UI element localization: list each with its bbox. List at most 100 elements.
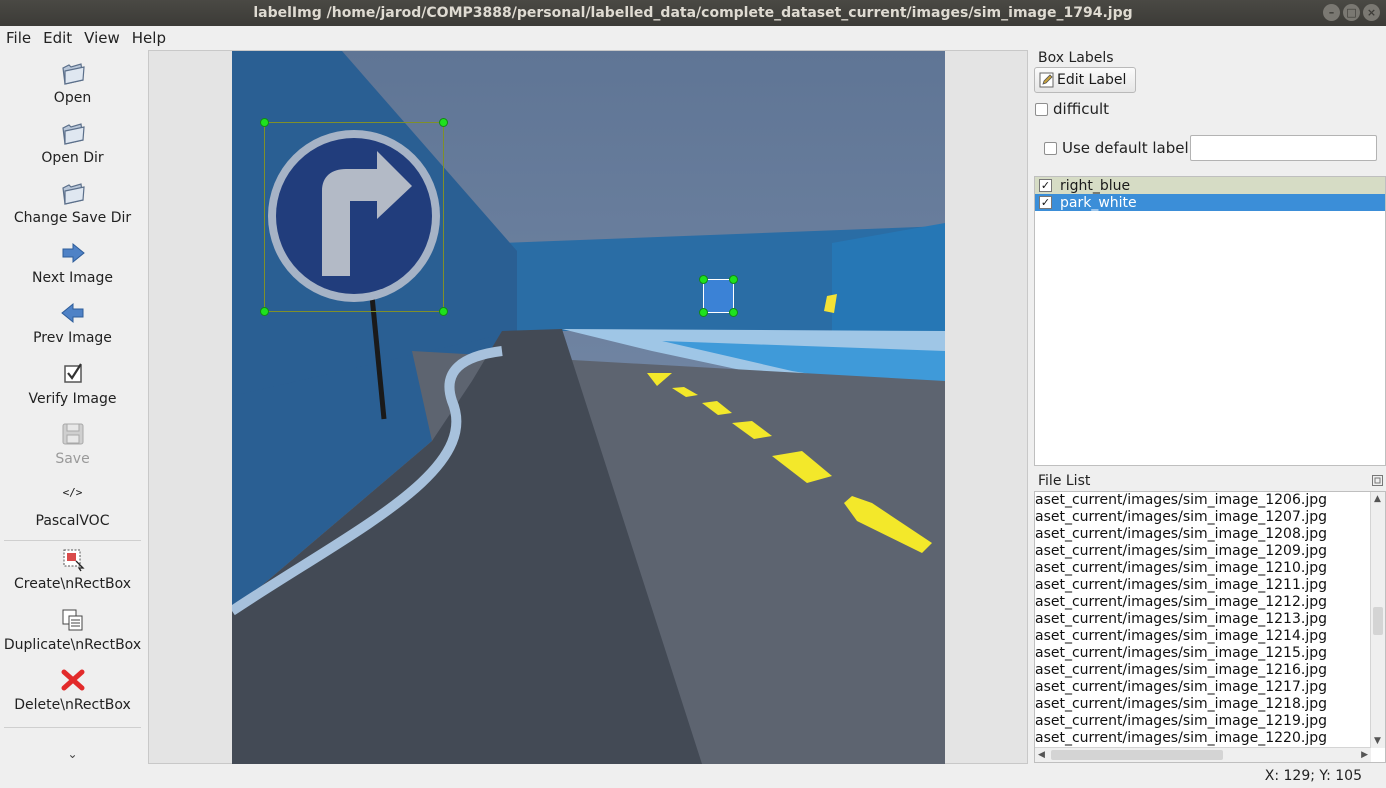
scroll-left-icon[interactable]: ◀	[1038, 750, 1045, 760]
float-dock-icon[interactable]	[1372, 475, 1383, 486]
open-dir-label: Open Dir	[41, 150, 104, 166]
bbox-right-blue[interactable]	[260, 118, 448, 316]
checkbox-icon	[63, 363, 82, 383]
scrollbar-thumb[interactable]	[1051, 750, 1223, 760]
scroll-right-icon[interactable]: ▶	[1361, 750, 1368, 760]
file-list-item[interactable]: aset_current/images/sim_image_1215.jpg	[1035, 645, 1371, 662]
menu-view[interactable]: View	[78, 29, 126, 47]
menu-file[interactable]: File	[0, 29, 37, 47]
file-list-item[interactable]: aset_current/images/sim_image_1218.jpg	[1035, 696, 1371, 713]
difficult-label: difficult	[1053, 100, 1109, 118]
verify-image-button[interactable]: Verify Image	[0, 361, 145, 407]
file-list-item[interactable]: aset_current/images/sim_image_1216.jpg	[1035, 662, 1371, 679]
edit-icon	[1039, 72, 1054, 88]
bbox-handle[interactable]	[260, 118, 269, 127]
scrollbar-thumb[interactable]	[1373, 607, 1383, 635]
next-image-label: Next Image	[32, 270, 113, 286]
file-list-item[interactable]: aset_current/images/sim_image_1206.jpg	[1035, 492, 1371, 509]
file-list-item[interactable]: aset_current/images/sim_image_1211.jpg	[1035, 577, 1371, 594]
file-list-item[interactable]: aset_current/images/sim_image_1213.jpg	[1035, 611, 1371, 628]
bbox-handle[interactable]	[729, 275, 738, 284]
arrow-left-icon	[60, 302, 83, 324]
file-list-item[interactable]: aset_current/images/sim_image_1207.jpg	[1035, 509, 1371, 526]
file-list-item[interactable]: aset_current/images/sim_image_1219.jpg	[1035, 713, 1371, 730]
box-labels-title: Box Labels	[1038, 50, 1114, 66]
label-item[interactable]: ✓ right_blue	[1035, 177, 1385, 194]
folder-icon	[61, 123, 85, 145]
cursor-coordinates: X: 129; Y: 105	[1264, 768, 1362, 784]
menu-edit[interactable]: Edit	[37, 29, 78, 47]
file-list-item[interactable]: aset_current/images/sim_image_1209.jpg	[1035, 543, 1371, 560]
image-canvas[interactable]	[148, 50, 1028, 764]
sim-image	[232, 51, 945, 764]
open-button[interactable]: Open	[0, 60, 145, 106]
verify-image-label: Verify Image	[28, 391, 117, 407]
code-icon: </>	[62, 486, 83, 499]
label-list: ✓ right_blue ✓ park_white	[1034, 176, 1386, 466]
use-default-label-checkbox[interactable]	[1044, 142, 1057, 155]
label-item-name: park_white	[1060, 194, 1137, 211]
bbox-park-white[interactable]	[699, 275, 738, 317]
create-rectbox-button[interactable]: Create\nRectBox	[0, 546, 145, 592]
arrow-right-icon	[62, 242, 85, 264]
file-list: aset_current/images/sim_image_1206.jpg a…	[1034, 491, 1386, 763]
minimize-button[interactable]: –	[1323, 4, 1340, 21]
file-list-vertical-scrollbar[interactable]: ▲ ▼	[1370, 492, 1385, 748]
change-save-dir-button[interactable]: Change Save Dir	[0, 180, 145, 226]
close-button[interactable]: ×	[1363, 4, 1380, 21]
save-icon	[62, 423, 83, 445]
prev-image-button[interactable]: Prev Image	[0, 300, 145, 346]
menu-help[interactable]: Help	[126, 29, 172, 47]
delete-rectbox-button[interactable]: Delete\nRectBox	[0, 667, 145, 713]
file-list-item[interactable]: aset_current/images/sim_image_1208.jpg	[1035, 526, 1371, 543]
file-list-item[interactable]: aset_current/images/sim_image_1210.jpg	[1035, 560, 1371, 577]
next-image-button[interactable]: Next Image	[0, 240, 145, 286]
bbox-handle[interactable]	[439, 118, 448, 127]
create-rect-icon	[63, 549, 85, 572]
file-list-item[interactable]: aset_current/images/sim_image_1212.jpg	[1035, 594, 1371, 611]
duplicate-rectbox-button[interactable]: Duplicate\nRectBox	[0, 607, 145, 653]
toolbar-separator	[4, 727, 141, 728]
folder-icon	[61, 183, 85, 205]
bbox-handle[interactable]	[699, 275, 708, 284]
bbox-handle[interactable]	[699, 308, 708, 317]
use-default-label-text: Use default label	[1062, 139, 1189, 157]
format-label: PascalVOC	[35, 513, 110, 529]
bbox-handle[interactable]	[439, 307, 448, 316]
format-button[interactable]: </> PascalVOC	[0, 483, 145, 529]
window-titlebar: labelImg /home/jarod/COMP3888/personal/l…	[0, 0, 1386, 26]
change-save-dir-label: Change Save Dir	[13, 210, 132, 226]
save-button[interactable]: Save	[0, 421, 145, 467]
maximize-button[interactable]: □	[1343, 4, 1360, 21]
toolbar-extension-button[interactable]: ⌄	[0, 747, 145, 761]
edit-label-button[interactable]: Edit Label	[1034, 67, 1136, 93]
tools-toolbar: Open Open Dir Change Save Dir Next Image…	[0, 50, 145, 764]
label-visible-checkbox[interactable]: ✓	[1039, 179, 1052, 192]
folder-icon	[61, 63, 85, 85]
delete-rectbox-label: Delete\nRectBox	[14, 697, 131, 713]
status-bar: X: 129; Y: 105	[0, 764, 1386, 788]
toolbar-separator	[4, 540, 141, 541]
label-visible-checkbox[interactable]: ✓	[1039, 196, 1052, 209]
bbox-handle[interactable]	[729, 308, 738, 317]
copy-icon	[62, 609, 82, 631]
bbox-handle[interactable]	[260, 307, 269, 316]
file-list-horizontal-scrollbar[interactable]: ◀ ▶	[1035, 747, 1371, 762]
window-title: labelImg /home/jarod/COMP3888/personal/l…	[253, 5, 1133, 21]
scroll-up-icon[interactable]: ▲	[1374, 494, 1381, 504]
scroll-down-icon[interactable]: ▼	[1374, 736, 1381, 746]
file-list-item[interactable]: aset_current/images/sim_image_1214.jpg	[1035, 628, 1371, 645]
delete-icon	[61, 669, 84, 691]
prev-image-label: Prev Image	[33, 330, 112, 346]
open-dir-button[interactable]: Open Dir	[0, 120, 145, 166]
difficult-checkbox[interactable]	[1035, 103, 1048, 116]
window-controls: – □ ×	[1323, 4, 1380, 21]
menu-bar: File Edit View Help	[0, 26, 1386, 49]
file-list-item[interactable]: aset_current/images/sim_image_1217.jpg	[1035, 679, 1371, 696]
open-label: Open	[53, 90, 92, 106]
create-rectbox-label: Create\nRectBox	[13, 576, 132, 592]
default-label-input[interactable]	[1190, 135, 1377, 161]
label-item[interactable]: ✓ park_white	[1035, 194, 1385, 211]
file-list-item[interactable]: aset_current/images/sim_image_1220.jpg	[1035, 730, 1371, 747]
duplicate-rectbox-label: Duplicate\nRectBox	[3, 637, 142, 653]
